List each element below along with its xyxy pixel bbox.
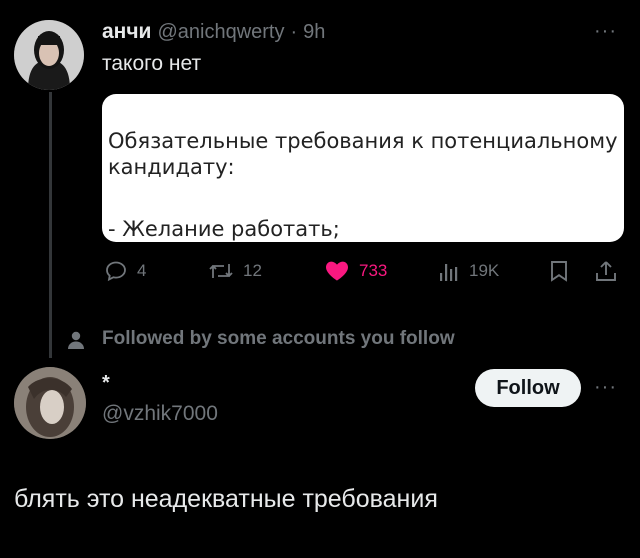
tweet-more-icon[interactable]: ··· [594,20,617,43]
heart-icon [326,261,348,281]
tweet-author-avatar[interactable] [14,20,84,90]
tweet-separator: · [290,21,298,43]
reply-text: блять это неадекватные требования [14,485,438,513]
avatar-photo-icon [14,20,84,90]
tweet-image[interactable]: Обязательные требования к потенциальному… [102,94,624,242]
share-icon [596,261,616,281]
views-count: 19K [469,261,500,280]
image-text-line: кандидату: [108,155,235,179]
repost-button[interactable]: 12 [208,259,262,283]
user-handle[interactable]: @vzhik7000 [102,402,218,426]
user-avatar[interactable] [14,367,86,439]
views-chart-icon [440,264,458,281]
avatar-photo-icon [14,367,86,439]
tweet-time[interactable]: 9h [303,21,325,44]
thread-connector-line [49,92,52,358]
like-count: 733 [359,261,388,280]
followed-by-text[interactable]: Followed by some accounts you follow [102,328,455,350]
tweet-header: анчи @anichqwerty · 9h [102,20,325,44]
bookmark-button[interactable] [548,259,570,283]
reply-button[interactable]: 4 [104,259,146,283]
tweet-author-handle[interactable]: @anichqwerty [157,21,284,44]
repost-icon [209,264,233,278]
tweet-actions: 4 12 733 19K [104,259,624,285]
person-icon [68,331,84,349]
views-button[interactable]: 19K [438,259,499,283]
user-more-icon[interactable]: ··· [594,376,617,399]
follow-button[interactable]: Follow [475,369,581,407]
bookmark-icon [551,261,567,282]
reply-count: 4 [137,261,147,280]
tweet-author-name[interactable]: анчи [102,20,151,44]
like-button[interactable]: 733 [324,259,387,283]
share-button[interactable] [594,259,618,283]
reply-icon [106,261,126,282]
tweet-text: такого нет [102,52,202,75]
user-display-name[interactable]: * [102,372,110,395]
image-text-line: Обязательные требования к потенциальному [108,129,618,153]
image-text-line: - Желание работать; [108,217,340,241]
repost-count: 12 [243,261,262,280]
